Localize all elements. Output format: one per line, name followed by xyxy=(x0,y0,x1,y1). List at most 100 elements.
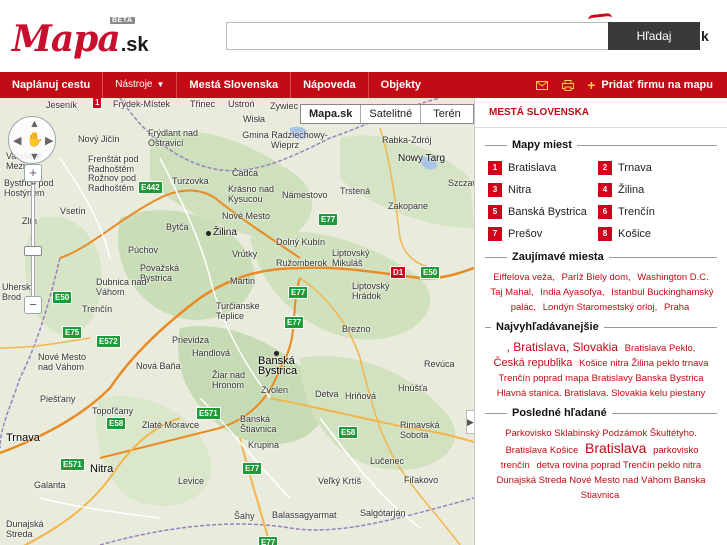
pan-left-icon[interactable]: ◀ xyxy=(13,134,21,147)
chevron-down-icon: ▼ xyxy=(156,80,165,89)
place-label: Handlová xyxy=(192,348,231,358)
city-name: Banská Bystrica xyxy=(508,205,587,218)
place-label: Levice xyxy=(178,476,205,486)
plus-icon: + xyxy=(587,77,596,93)
place-label: Liptovský Mikuláš xyxy=(332,248,370,268)
add-business-button[interactable]: + Pridať firmu na mapu xyxy=(581,72,727,98)
zoom-out-button[interactable]: − xyxy=(24,296,42,314)
zoom-in-button[interactable]: + xyxy=(24,164,42,182)
place-link[interactable]: Paríž Biely dom, xyxy=(561,272,630,283)
section-label: Mapy miest xyxy=(507,139,577,151)
pan-right-icon[interactable]: ▶ xyxy=(45,134,53,147)
city-number: 5 xyxy=(488,204,502,219)
search-link[interactable]: Košice nitra Žilina peklo trnava xyxy=(579,358,708,369)
city-number: 3 xyxy=(488,182,502,197)
logo-main-text: Mapa xyxy=(12,18,121,60)
search-link[interactable]: Česká republika xyxy=(494,357,573,369)
nav-plan-route[interactable]: Naplánuj cestu xyxy=(0,72,104,98)
place-label: Jeseník xyxy=(46,100,78,110)
header: Mapa .sk BETA Hľadaj k xyxy=(0,0,727,72)
city-dot xyxy=(274,351,279,356)
mapa-sk-app: Mapa .sk BETA Hľadaj k Naplánuj cestu Ná… xyxy=(0,0,727,545)
nav-cities[interactable]: Mestá Slovenska xyxy=(177,72,292,98)
road-badge: E77 xyxy=(284,316,305,329)
city-link[interactable]: 4 Žilina xyxy=(598,181,708,198)
place-label: Třinec xyxy=(190,99,216,109)
place-label: Wisła xyxy=(243,114,265,124)
pan-control[interactable]: ◀ ▶ ▲ ▼ ✋ xyxy=(8,116,56,164)
place-label: Gmina Radziechowy-Wieprz xyxy=(242,130,328,150)
city-number: 4 xyxy=(598,182,612,197)
city-link[interactable]: 1 Bratislava xyxy=(488,159,598,176)
place-label: Balassagyarmat xyxy=(272,510,337,520)
city-name: Prešov xyxy=(508,227,543,240)
city-number: 1 xyxy=(488,160,502,175)
place-label: Zywiec xyxy=(270,101,299,111)
logo[interactable]: Mapa .sk xyxy=(12,18,149,66)
place-label: Trenčín xyxy=(82,304,113,314)
search-link[interactable]: Hlavná stanica. Bratislava. Slovakia kel… xyxy=(497,388,706,399)
map-type-satellite[interactable]: Satelitné xyxy=(361,105,422,123)
place-label: Lučenec xyxy=(370,456,405,466)
place-link[interactable]: Washington D.C. xyxy=(637,272,708,283)
sidebar-toggle-icon[interactable]: ▶ xyxy=(466,410,474,434)
place-label: Krásno nad Kysucou xyxy=(228,184,275,204)
place-label: Brezno xyxy=(342,324,371,334)
place-label: Rimavská Sobota xyxy=(400,420,440,440)
add-business-label: Pridať firmu na mapu xyxy=(601,79,713,91)
place-link[interactable]: Taj Mahal, xyxy=(490,287,533,298)
search-input[interactable] xyxy=(227,23,609,49)
search-box xyxy=(226,22,610,50)
place-label: Piešťany xyxy=(40,394,76,404)
nav-objects[interactable]: Objekty xyxy=(369,72,433,98)
beta-badge: BETA xyxy=(110,17,135,24)
city-link[interactable]: 6 Trenčín xyxy=(598,203,708,220)
place-label: Nowy Targ xyxy=(398,153,446,164)
popular-searches: , Bratislava, Slovakia Bratislava Peklo,… xyxy=(475,338,727,404)
nav-tools-label: Nástroje xyxy=(115,79,153,90)
city-name: Bratislava xyxy=(508,161,557,174)
place-label: Detva xyxy=(315,389,339,399)
city-number: 8 xyxy=(598,226,612,241)
city-link[interactable]: 8 Košice xyxy=(598,225,708,242)
zoom-slider-handle[interactable] xyxy=(24,246,42,256)
city-link[interactable]: 7 Prešov xyxy=(488,225,598,242)
place-link[interactable]: Eiffelova veža, xyxy=(493,272,555,283)
place-link[interactable]: Praha xyxy=(664,302,689,313)
map-type-terrain[interactable]: Terén xyxy=(421,105,473,123)
place-label: Žiar nad Hronom xyxy=(212,370,246,390)
place-label: Nová Baňa xyxy=(136,361,181,371)
mail-icon[interactable] xyxy=(529,72,555,98)
search-link[interactable]: Bratislava Peklo, xyxy=(625,343,696,354)
place-link[interactable]: India Ayasofya, xyxy=(540,287,604,298)
nav-tools[interactable]: Nástroje ▼ xyxy=(103,72,178,98)
place-label: Veľký Krtíš xyxy=(318,476,362,486)
city-number: 2 xyxy=(598,160,612,175)
map-canvas[interactable]: Frýdek-Místek Třinec Ustroń Zywiec Wisła… xyxy=(0,98,474,545)
place-label: Szczaw xyxy=(448,178,474,188)
place-link[interactable]: Londýn Staromestský orloj, xyxy=(543,302,658,313)
search-link[interactable]: , Bratislava, Slovakia xyxy=(507,340,618,354)
search-link[interactable]: Bratislava Košice xyxy=(505,445,578,456)
search-button[interactable]: Hľadaj xyxy=(608,22,700,50)
place-label: Dunajská Streda xyxy=(6,519,44,539)
map-type-map[interactable]: Mapa.sk xyxy=(301,105,362,123)
place-label: Dolný Kubín xyxy=(276,237,326,247)
city-link[interactable]: 5 Banská Bystrica xyxy=(488,203,598,220)
search-link[interactable]: Parkovisko Sklabinský Podzámok Škultétyh… xyxy=(505,428,697,439)
nav-help[interactable]: Nápoveda xyxy=(291,72,369,98)
pan-up-icon[interactable]: ▲ xyxy=(29,118,40,130)
zoom-slider-track[interactable] xyxy=(31,184,35,304)
print-icon[interactable] xyxy=(555,72,581,98)
section-header-recent: Posledné hľadané xyxy=(485,404,717,424)
city-marker[interactable]: 1 xyxy=(92,98,103,109)
place-label: Nové Mesto nad Váhom xyxy=(38,352,87,372)
search-link[interactable]: Bratislava xyxy=(585,440,646,456)
place-label: Púchov xyxy=(128,245,159,255)
city-link[interactable]: 2 Trnava xyxy=(598,159,708,176)
city-link[interactable]: 3 Nitra xyxy=(488,181,598,198)
pan-down-icon[interactable]: ▼ xyxy=(29,151,40,163)
search-link[interactable]: Trenčín poprad mapa Bratislavy Banska By… xyxy=(498,373,703,384)
road-badge: E58 xyxy=(338,426,359,439)
road-badge: E571 xyxy=(196,407,221,420)
